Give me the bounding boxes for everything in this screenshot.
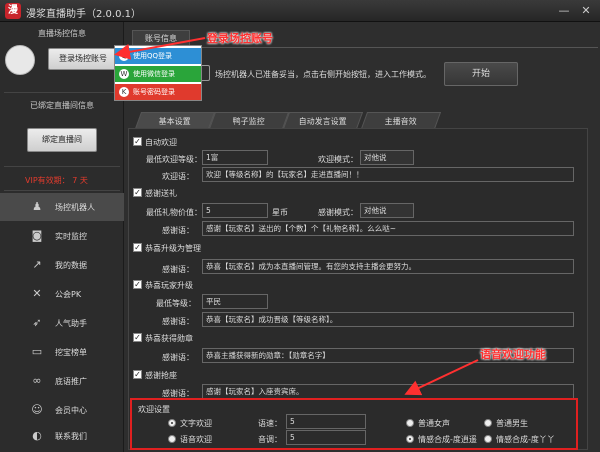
voice-annotation-arrow [404,359,479,396]
login-annotation-arrow [114,37,206,60]
annotation-arrows [114,37,479,396]
voice-annotation: 语音欢迎功能 [480,348,546,361]
login-annotation: 登录场控账号 [207,32,273,45]
